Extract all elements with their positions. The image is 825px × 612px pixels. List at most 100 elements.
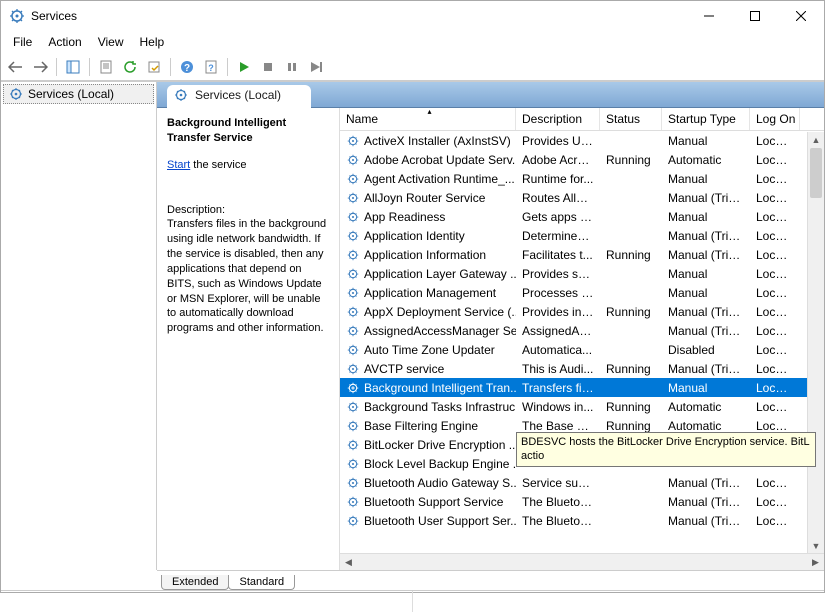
- service-row[interactable]: Application IdentityDetermines ...Manual…: [340, 226, 824, 245]
- service-name: Adobe Acrobat Update Serv...: [364, 153, 516, 167]
- tree-root-services-local[interactable]: Services (Local): [3, 84, 154, 104]
- service-startup: Manual: [662, 210, 750, 224]
- service-row[interactable]: Background Tasks Infrastruc...Windows in…: [340, 397, 824, 416]
- service-name: AssignedAccessManager Se...: [364, 324, 516, 338]
- service-startup: Manual (Trig...: [662, 362, 750, 376]
- service-startup: Automatic: [662, 153, 750, 167]
- gear-icon: [346, 172, 360, 186]
- gear-icon: [346, 419, 360, 433]
- help-topics-button[interactable]: ?: [200, 56, 222, 78]
- col-logon[interactable]: Log On: [750, 108, 800, 130]
- service-startup: Manual (Trig...: [662, 248, 750, 262]
- service-row[interactable]: AVCTP serviceThis is Audi...RunningManua…: [340, 359, 824, 378]
- service-logon: Local Sy: [750, 305, 800, 319]
- service-startup: Manual (Trig...: [662, 476, 750, 490]
- service-row[interactable]: Bluetooth User Support Ser...The Bluetoo…: [340, 511, 824, 530]
- gear-icon: [346, 381, 360, 395]
- toolbar: ? ?: [1, 53, 824, 81]
- stop-service-button[interactable]: [257, 56, 279, 78]
- back-button[interactable]: [5, 56, 27, 78]
- selected-service-name: Background Intelligent Transfer Service: [167, 116, 329, 146]
- service-startup: Automatic: [662, 419, 750, 433]
- service-name: AllJoyn Router Service: [364, 191, 485, 205]
- service-logon: Local Sy: [750, 134, 800, 148]
- service-name: AVCTP service: [364, 362, 444, 376]
- service-logon: Local Se: [750, 362, 800, 376]
- list-header: Name▴ Description Status Startup Type Lo…: [340, 108, 824, 131]
- maximize-button[interactable]: [732, 1, 778, 31]
- menu-action[interactable]: Action: [40, 33, 89, 51]
- service-row[interactable]: Agent Activation Runtime_...Runtime for.…: [340, 169, 824, 188]
- help-button[interactable]: ?: [176, 56, 198, 78]
- service-row[interactable]: Application Layer Gateway ...Provides su…: [340, 264, 824, 283]
- service-startup: Manual (Trig...: [662, 229, 750, 243]
- gear-icon: [346, 457, 360, 471]
- service-name: BitLocker Drive Encryption ...: [364, 438, 516, 452]
- show-hide-tree-button[interactable]: [62, 56, 84, 78]
- menu-bar: File Action View Help: [1, 31, 824, 53]
- service-row[interactable]: App ReadinessGets apps re...ManualLocal …: [340, 207, 824, 226]
- menu-file[interactable]: File: [5, 33, 40, 51]
- service-desc: Determines ...: [516, 229, 600, 243]
- service-name: App Readiness: [364, 210, 445, 224]
- export-button[interactable]: [143, 56, 165, 78]
- minimize-button[interactable]: [686, 1, 732, 31]
- tab-standard[interactable]: Standard: [228, 575, 295, 590]
- service-row[interactable]: Background Intelligent Tran...Transfers …: [340, 378, 824, 397]
- start-link[interactable]: Start: [167, 159, 190, 171]
- list-body[interactable]: ActiveX Installer (AxInstSV)Provides Us.…: [340, 131, 824, 553]
- service-row[interactable]: Adobe Acrobat Update Serv...Adobe Acro..…: [340, 150, 824, 169]
- service-row[interactable]: Application ManagementProcesses in...Man…: [340, 283, 824, 302]
- close-button[interactable]: [778, 1, 824, 31]
- service-row[interactable]: Bluetooth Support ServiceThe Bluetoo...M…: [340, 492, 824, 511]
- col-startup-type[interactable]: Startup Type: [662, 108, 750, 130]
- menu-help[interactable]: Help: [132, 33, 173, 51]
- service-name: Base Filtering Engine: [364, 419, 478, 433]
- service-status: Running: [600, 419, 662, 433]
- scroll-thumb[interactable]: [810, 148, 822, 198]
- service-row[interactable]: Auto Time Zone UpdaterAutomatica...Disab…: [340, 340, 824, 359]
- service-logon: Local Sy: [750, 153, 800, 167]
- gear-icon: [346, 495, 360, 509]
- restart-service-button[interactable]: [305, 56, 327, 78]
- gear-icon: [346, 153, 360, 167]
- service-row[interactable]: AppX Deployment Service (...Provides inf…: [340, 302, 824, 321]
- service-desc: Service sup...: [516, 476, 600, 490]
- service-name: Bluetooth Audio Gateway S...: [364, 476, 516, 490]
- col-status[interactable]: Status: [600, 108, 662, 130]
- scroll-up-icon[interactable]: ▲: [808, 132, 824, 147]
- start-service-button[interactable]: [233, 56, 255, 78]
- service-name: ActiveX Installer (AxInstSV): [364, 134, 511, 148]
- col-name[interactable]: Name▴: [340, 108, 516, 130]
- service-status: Running: [600, 305, 662, 319]
- service-row[interactable]: Bluetooth Audio Gateway S...Service sup.…: [340, 473, 824, 492]
- tab-extended[interactable]: Extended: [161, 575, 229, 590]
- service-status: Running: [600, 248, 662, 262]
- service-desc: Automatica...: [516, 343, 600, 357]
- service-row[interactable]: ActiveX Installer (AxInstSV)Provides Us.…: [340, 131, 824, 150]
- horizontal-scrollbar[interactable]: ◀ ▶: [340, 553, 824, 570]
- service-name: Auto Time Zone Updater: [364, 343, 495, 357]
- forward-button[interactable]: [29, 56, 51, 78]
- sort-asc-icon: ▴: [428, 108, 432, 116]
- scroll-right-icon[interactable]: ▶: [808, 555, 823, 570]
- scroll-down-icon[interactable]: ▼: [808, 538, 824, 553]
- menu-view[interactable]: View: [90, 33, 132, 51]
- service-status: Running: [600, 400, 662, 414]
- service-logon: Local Se: [750, 191, 800, 205]
- col-description[interactable]: Description: [516, 108, 600, 130]
- service-startup: Automatic: [662, 400, 750, 414]
- service-row[interactable]: AssignedAccessManager Se...AssignedAc...…: [340, 321, 824, 340]
- service-logon: Local Se: [750, 419, 800, 433]
- vertical-scrollbar[interactable]: ▲ ▼: [807, 132, 824, 553]
- tooltip: BDESVC hosts the BitLocker Drive Encrypt…: [516, 432, 816, 467]
- service-status: Running: [600, 362, 662, 376]
- refresh-button[interactable]: [119, 56, 141, 78]
- service-row[interactable]: AllJoyn Router ServiceRoutes AllJo...Man…: [340, 188, 824, 207]
- properties-button[interactable]: [95, 56, 117, 78]
- scroll-left-icon[interactable]: ◀: [341, 555, 356, 570]
- service-desc: Adobe Acro...: [516, 153, 600, 167]
- pause-service-button[interactable]: [281, 56, 303, 78]
- description-label: Description:: [167, 203, 329, 218]
- service-row[interactable]: Application InformationFacilitates t...R…: [340, 245, 824, 264]
